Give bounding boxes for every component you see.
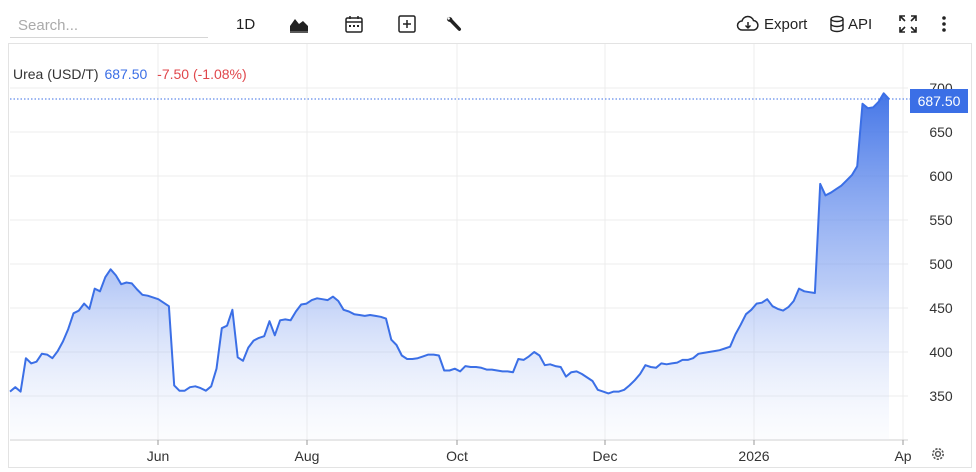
x-tick-label: Aug: [295, 448, 320, 464]
x-tick-label: Oct: [446, 448, 468, 464]
x-tick-label: Ap: [894, 448, 911, 464]
instrument-name: Urea (USD/T): [13, 66, 99, 82]
y-tick-label: 600: [929, 168, 953, 184]
last-price-tag: 687.50: [910, 89, 968, 113]
y-tick-label: 650: [929, 124, 953, 140]
y-tick-label: 550: [929, 212, 953, 228]
y-tick-label: 450: [929, 300, 953, 316]
y-tick-label: 500: [929, 256, 953, 272]
x-tick-label: 2026: [738, 448, 769, 464]
chart-settings-button[interactable]: [929, 445, 947, 468]
y-tick-label: 400: [929, 344, 953, 360]
y-tick-label: 350: [929, 388, 953, 404]
series-area-fill: [10, 93, 889, 441]
current-price: 687.50: [104, 66, 148, 82]
settings-gear-icon: [932, 448, 944, 460]
price-change: -7.50 (-1.08%): [157, 66, 247, 82]
x-tick-label: Jun: [147, 448, 170, 464]
chart-legend: Urea (USD/T) 687.50 -7.50 (-1.08%): [13, 66, 247, 82]
x-tick-label: Dec: [593, 448, 618, 464]
